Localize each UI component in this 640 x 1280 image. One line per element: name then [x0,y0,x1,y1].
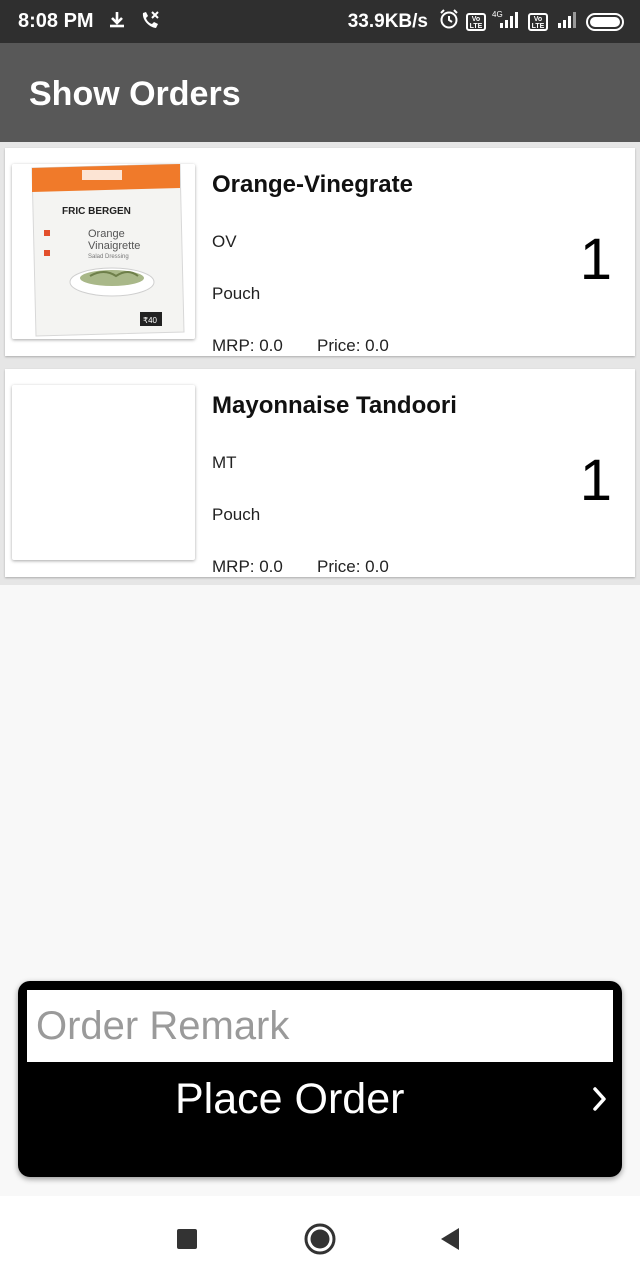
volte-icon: Vo LTE [466,12,486,31]
product-image: FRIC BERGEN Orange Vinaigrette Salad Dre… [12,164,195,339]
svg-text:4G: 4G [492,10,503,19]
order-quantity: 1 [579,448,612,513]
call-forward-icon [138,9,162,38]
signal-icon-2 [554,9,580,34]
product-pack: Pouch [212,284,261,303]
svg-text:Vinaigrette: Vinaigrette [88,240,140,252]
home-icon[interactable] [300,1222,340,1256]
app-bar: Show Orders [0,43,640,142]
back-icon[interactable] [430,1222,470,1256]
svg-text:Salad Dressing: Salad Dressing [88,254,129,260]
svg-text:₹40: ₹40 [143,316,158,325]
product-price: Price: 0.0 [317,336,389,355]
alarm-icon [438,8,460,35]
order-item[interactable]: Mayonnaise Tandoori MT Pouch MRP: 0.0 Pr… [5,369,635,577]
place-order-label: Place Order [175,1075,405,1123]
order-quantity: 1 [579,227,612,292]
order-remark-input[interactable] [27,990,613,1062]
svg-text:FRIC BERGEN: FRIC BERGEN [62,206,131,217]
signal-icon: 4G [492,9,522,34]
product-name: Mayonnaise Tandoori [212,392,457,419]
system-nav-bar [0,1196,640,1280]
product-price: Price: 0.0 [317,557,389,576]
network-speed: 33.9KB/s [347,10,428,32]
product-image [12,385,195,560]
product-mrp: MRP: 0.0 [212,336,283,355]
product-code: OV [212,232,237,251]
chevron-right-icon [590,1084,610,1119]
product-code: MT [212,453,237,472]
status-bar: 8:08 PM 33.9KB/s Vo LTE 4G Vo LTE [0,0,640,43]
svg-text:Orange: Orange [88,228,125,240]
product-name: Orange-Vinegrate [212,171,413,198]
place-order-button[interactable]: Place Order [18,1065,622,1135]
product-mrp: MRP: 0.0 [212,557,283,576]
product-pack: Pouch [212,505,261,524]
order-list: FRIC BERGEN Orange Vinaigrette Salad Dre… [0,142,640,585]
recents-icon[interactable] [167,1222,207,1256]
page-title: Show Orders [29,75,241,113]
volte-icon-2: Vo LTE [528,12,548,31]
order-item[interactable]: FRIC BERGEN Orange Vinaigrette Salad Dre… [5,148,635,356]
status-time: 8:08 PM [18,10,94,32]
order-panel: Place Order [18,981,622,1177]
download-icon [106,9,128,38]
battery-icon [586,12,624,31]
